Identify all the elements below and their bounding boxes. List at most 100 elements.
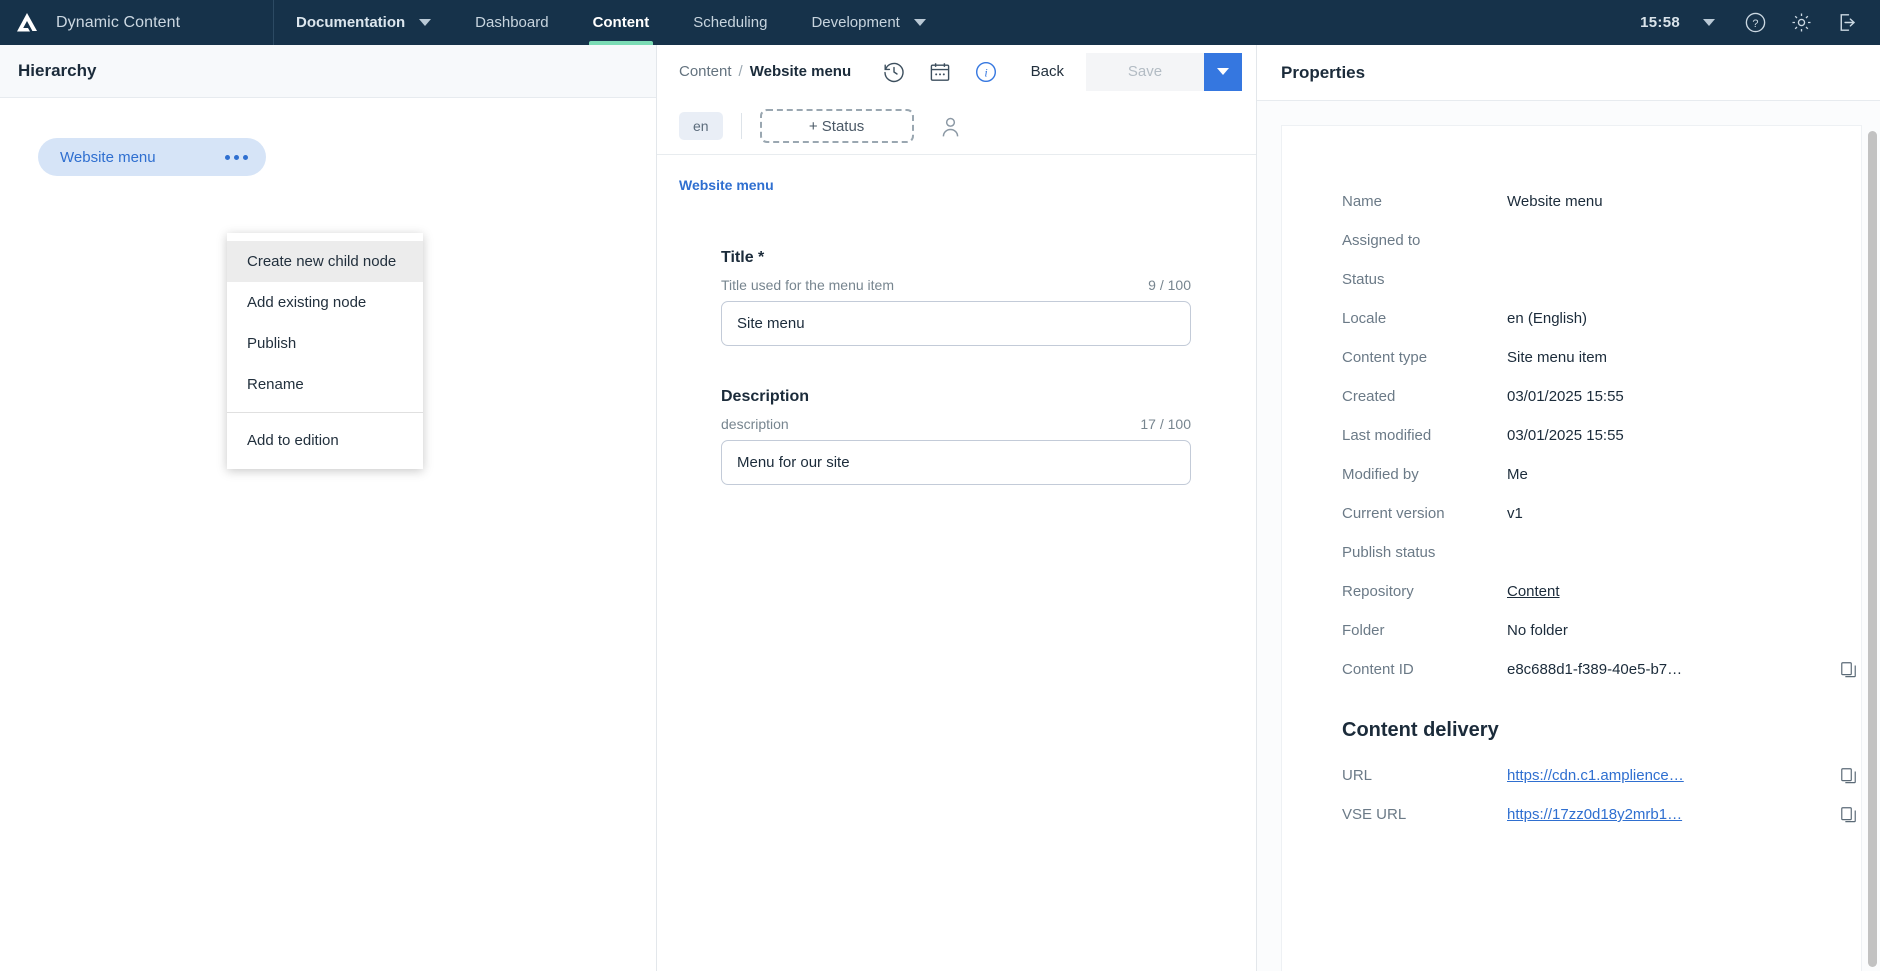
clock-dropdown-button[interactable] (1686, 0, 1732, 45)
property-value: e8c688d1-f389-40e5-b7… (1507, 661, 1683, 678)
locale-chip[interactable]: en (679, 112, 723, 140)
form-tab-website-menu[interactable]: Website menu (679, 177, 774, 201)
context-menu-item-label: Publish (247, 335, 297, 352)
copy-icon (1840, 768, 1856, 784)
context-menu-item-add-existing-node[interactable]: Add existing node (227, 282, 423, 323)
property-key: Created (1342, 388, 1396, 405)
property-key: Name (1342, 193, 1383, 210)
copy-vse-url-button[interactable] (1835, 805, 1861, 824)
property-key: Content ID (1342, 661, 1414, 678)
brand-area[interactable]: Dynamic Content (0, 0, 274, 45)
field-description: Description description 17 / 100 (721, 388, 1191, 485)
property-key: URL (1342, 767, 1373, 784)
property-row-content-id: Content ID e8c688d1-f389-40e5-b7… (1282, 650, 1861, 689)
nav-item-content[interactable]: Content (571, 0, 672, 45)
field-description-label: Description (721, 388, 810, 405)
copy-content-id-button[interactable] (1835, 660, 1861, 679)
logout-icon (1840, 14, 1855, 31)
workspace: Hierarchy Website menu Create new child … (0, 45, 1880, 971)
breadcrumb-row: Content / Website menu i Back Save (657, 45, 1256, 98)
content-editor-header: Content / Website menu i Back Save en + … (657, 45, 1256, 155)
properties-header: Properties (1257, 45, 1880, 101)
context-menu-item-add-to-edition[interactable]: Add to edition (227, 420, 423, 461)
hierarchy-pane: Hierarchy Website menu Create new child … (0, 45, 657, 971)
settings-button[interactable] (1778, 0, 1824, 45)
schedule-button[interactable] (917, 50, 963, 94)
properties-pane: Properties Name Website menu Assigned to… (1256, 45, 1880, 971)
hierarchy-title: Hierarchy (18, 61, 97, 80)
property-key: Content type (1342, 349, 1428, 366)
nav-item-documentation[interactable]: Documentation (274, 0, 453, 45)
tree-node-website-menu[interactable]: Website menu (38, 138, 266, 176)
form-wrapper: Title * Title used for the menu item 9 /… (657, 201, 1256, 527)
assignee-button[interactable] (938, 114, 963, 139)
property-key: Locale (1342, 310, 1387, 327)
property-key: Current version (1342, 505, 1445, 522)
primary-nav: Documentation Dashboard Content Scheduli… (274, 0, 948, 45)
breadcrumb-current: Website menu (749, 63, 852, 80)
title-input[interactable] (721, 301, 1191, 346)
context-menu-item-rename[interactable]: Rename (227, 364, 423, 405)
repository-link[interactable]: Content (1507, 583, 1861, 600)
context-menu-item-publish[interactable]: Publish (227, 323, 423, 364)
back-button[interactable]: Back (1009, 53, 1086, 91)
content-editor-pane: Content / Website menu i Back Save en + … (657, 45, 1256, 971)
property-row-folder: Folder No folder (1282, 611, 1861, 650)
nav-item-label: Scheduling (693, 14, 768, 31)
nav-item-dashboard[interactable]: Dashboard (453, 0, 570, 45)
help-button[interactable]: ? (1732, 0, 1778, 45)
history-button[interactable] (871, 50, 917, 94)
property-key: Status (1342, 271, 1385, 288)
property-key: Repository (1342, 583, 1414, 600)
description-input[interactable] (721, 440, 1191, 485)
nav-item-development[interactable]: Development (789, 0, 947, 45)
copy-url-button[interactable] (1835, 766, 1861, 785)
content-meta-row: en + Status (657, 98, 1256, 154)
property-row-vse-url: VSE URL https://17zz0d18y2mrb1… (1282, 795, 1861, 834)
context-menu-item-label: Add existing node (247, 294, 367, 311)
logout-button[interactable] (1824, 0, 1870, 45)
property-value: 03/01/2025 15:55 (1507, 388, 1624, 405)
save-options-button[interactable] (1204, 52, 1242, 91)
chevron-down-icon (913, 19, 926, 26)
help-circle-icon: ? (1745, 12, 1765, 33)
nav-item-scheduling[interactable]: Scheduling (671, 0, 789, 45)
context-menu-item-create-new-child-node[interactable]: Create new child node (227, 241, 423, 282)
context-menu-item-label: Add to edition (247, 432, 339, 449)
copy-icon (1840, 807, 1856, 823)
save-button[interactable]: Save (1086, 52, 1204, 91)
ellipsis-icon[interactable] (225, 154, 248, 160)
nav-item-label: Development (811, 14, 900, 31)
form-fields: Title * Title used for the menu item 9 /… (721, 249, 1191, 527)
properties-scroll-area: Name Website menu Assigned to Status Loc… (1257, 101, 1880, 971)
info-button[interactable]: i (963, 50, 1009, 94)
field-title-label: Title * (721, 249, 765, 266)
add-status-button[interactable]: + Status (759, 109, 914, 143)
calendar-icon (930, 62, 949, 81)
property-value: No folder (1507, 622, 1568, 639)
property-row-current-version: Current version v1 (1282, 494, 1861, 533)
meta-divider (740, 113, 742, 139)
form-tab-row: Website menu (657, 155, 1256, 201)
content-form-body: Website menu Title * Title used for the … (657, 155, 1256, 971)
field-title-counter: 9 / 100 (1148, 277, 1191, 293)
chevron-down-icon (1703, 19, 1715, 26)
delivery-url-link[interactable]: https://cdn.c1.amplience… (1507, 767, 1835, 784)
field-title: Title * Title used for the menu item 9 /… (721, 249, 1191, 346)
context-menu-item-label: Create new child node (247, 253, 397, 270)
properties-scrollbar[interactable] (1868, 131, 1877, 967)
nav-right-tools: 15:58 ? (1634, 0, 1880, 45)
breadcrumb-root[interactable]: Content (679, 63, 732, 80)
copy-icon (1840, 662, 1856, 678)
nav-item-label: Content (592, 14, 650, 31)
nav-item-label: Documentation (296, 14, 406, 31)
properties-title: Properties (1281, 62, 1366, 82)
delivery-vse-url-link[interactable]: https://17zz0d18y2mrb1… (1507, 806, 1835, 823)
clock-label: 15:58 (1640, 14, 1680, 31)
field-description-counter: 17 / 100 (1140, 416, 1191, 432)
property-row-content-type: Content type Site menu item (1282, 338, 1861, 377)
hierarchy-header: Hierarchy (0, 45, 656, 98)
amplience-logo-icon (14, 10, 40, 36)
tree-node-label: Website menu (60, 148, 156, 166)
property-value: Website menu (1507, 193, 1603, 210)
